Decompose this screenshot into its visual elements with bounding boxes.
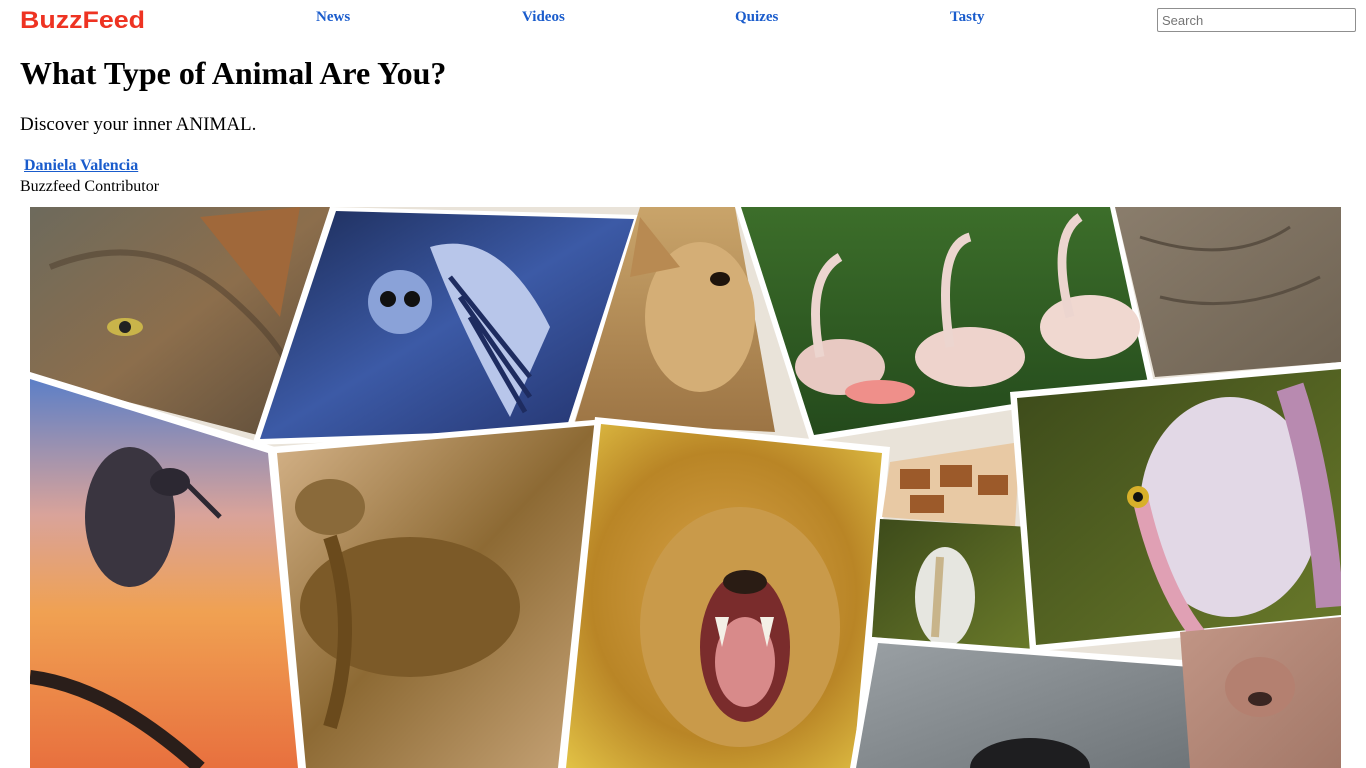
page-title: What Type of Animal Are You?	[20, 55, 447, 91]
logo-text: BuzzFeed	[20, 7, 145, 32]
baboon-photo	[270, 419, 605, 768]
lioness-photo	[1180, 617, 1341, 768]
nav-news[interactable]: News	[316, 9, 350, 26]
page-subtitle: Discover your inner ANIMAL.	[20, 114, 257, 135]
author-role: Buzzfeed Contributor	[20, 178, 160, 195]
nav-quizes[interactable]: Quizes	[735, 9, 778, 26]
nav-tasty[interactable]: Tasty	[950, 9, 984, 26]
buzzfeed-logo[interactable]: BuzzFeed	[20, 6, 146, 32]
search-input[interactable]	[1157, 8, 1356, 32]
pelican-small-photo	[872, 519, 1030, 652]
nav-videos[interactable]: Videos	[522, 9, 565, 26]
lion-photo	[558, 417, 890, 768]
pelican-large-photo	[1010, 362, 1341, 652]
author-link[interactable]: Daniela Valencia	[24, 157, 138, 175]
animal-collage-image	[30, 207, 1341, 768]
